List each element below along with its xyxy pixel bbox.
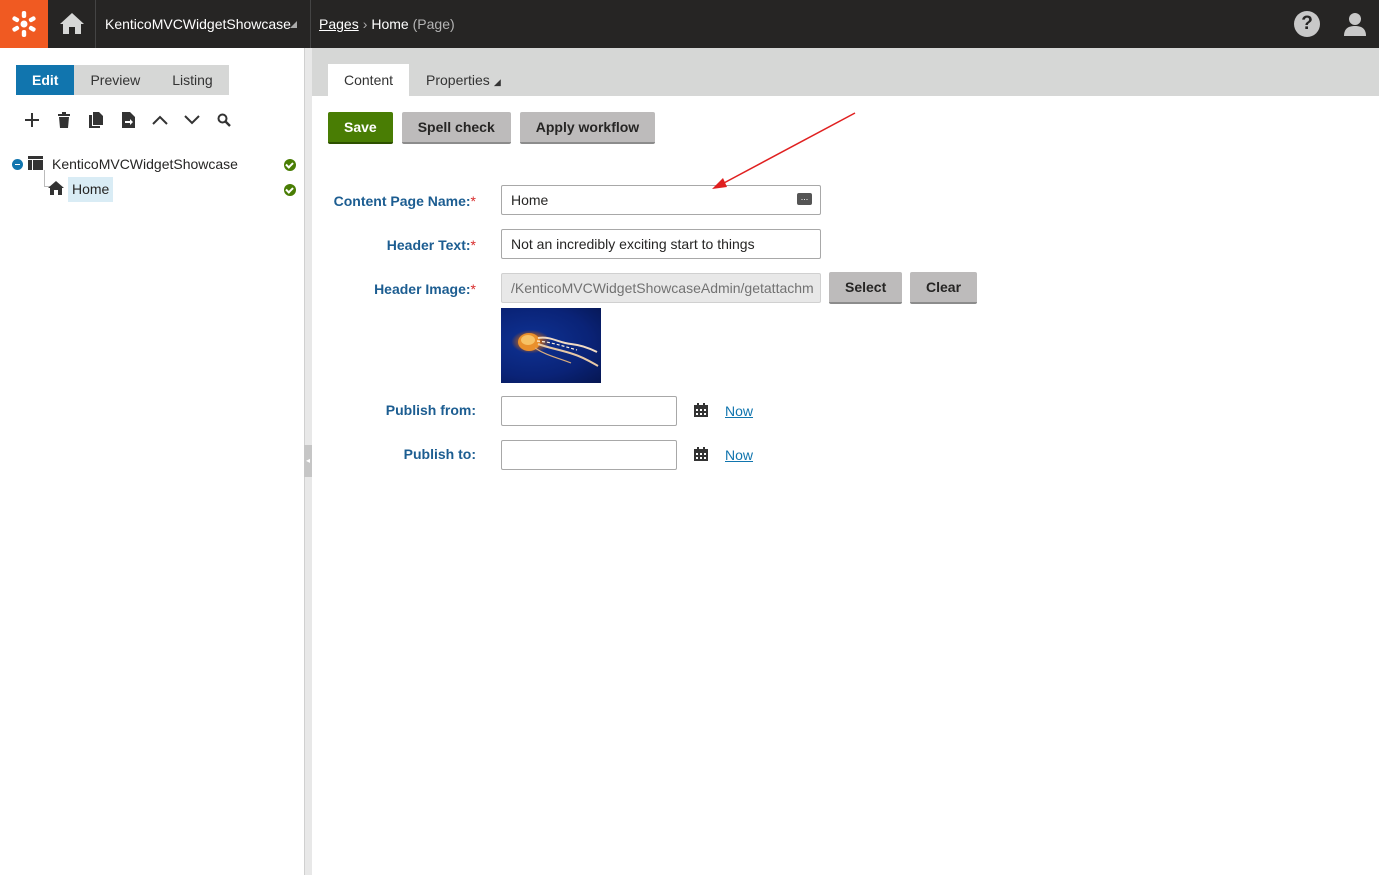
required-marker: * bbox=[470, 237, 476, 253]
edit-pane: Content Properties ◢ Save Spell check App… bbox=[312, 48, 1379, 875]
breadcrumb-pages-link[interactable]: Pages bbox=[319, 16, 359, 32]
header-image-label-text: Header Image: bbox=[374, 281, 471, 297]
mode-edit[interactable]: Edit bbox=[16, 65, 75, 95]
page-name-value: Home bbox=[511, 192, 549, 208]
help-icon[interactable]: ? bbox=[1294, 11, 1320, 37]
calendar-icon[interactable] bbox=[694, 403, 708, 417]
move-up-button[interactable] bbox=[150, 110, 170, 130]
clear-image-button[interactable]: Clear bbox=[910, 272, 978, 304]
plus-icon bbox=[25, 113, 39, 127]
chevron-down-icon bbox=[184, 115, 200, 125]
header-text-label: Header Text:* bbox=[387, 237, 476, 253]
move-page-button[interactable] bbox=[118, 110, 138, 130]
top-bar: KenticoMVCWidgetShowcase Pages › Home (Pag… bbox=[0, 0, 1379, 48]
copy-page-button[interactable] bbox=[86, 110, 106, 130]
tree-node-root[interactable]: KenticoMVCWidgetShowcase bbox=[10, 152, 300, 177]
publish-to-input[interactable] bbox=[501, 440, 677, 470]
page-name-label-text: Content Page Name: bbox=[333, 193, 471, 209]
tab-content[interactable]: Content bbox=[328, 64, 410, 96]
header-image-path-input: /KenticoMVCWidgetShowcaseAdmin/getattach… bbox=[501, 273, 821, 303]
search-icon bbox=[217, 113, 231, 127]
tree-node-home-label[interactable]: Home bbox=[68, 177, 114, 202]
ellipsis-icon[interactable]: ... bbox=[797, 193, 812, 205]
action-bar: Save Spell check Apply workflow bbox=[328, 112, 656, 144]
required-marker: * bbox=[470, 193, 476, 209]
breadcrumb-type: (Page) bbox=[412, 16, 455, 32]
new-page-button[interactable] bbox=[22, 110, 42, 130]
publish-to-now-link[interactable]: Now bbox=[725, 447, 753, 463]
kentico-logo-icon bbox=[12, 11, 36, 37]
mode-preview[interactable]: Preview bbox=[74, 65, 156, 95]
header-text-input[interactable]: Not an incredibly exciting start to thin… bbox=[501, 229, 821, 259]
user-icon[interactable] bbox=[1341, 10, 1369, 38]
header-image-label: Header Image:* bbox=[374, 281, 476, 297]
move-document-icon bbox=[121, 112, 135, 128]
header-image-path-value: /KenticoMVCWidgetShowcaseAdmin/getattach… bbox=[511, 280, 814, 296]
apply-workflow-button[interactable]: Apply workflow bbox=[519, 112, 656, 144]
page-name-label: Content Page Name:* bbox=[334, 193, 476, 209]
tree-node-root-label[interactable]: KenticoMVCWidgetShowcase bbox=[52, 152, 238, 177]
header-image-thumbnail[interactable] bbox=[501, 308, 601, 383]
calendar-icon[interactable] bbox=[694, 447, 708, 461]
header-text-label-text: Header Text: bbox=[386, 237, 471, 253]
jellyfish-image bbox=[518, 333, 599, 367]
page-name-input[interactable]: Home ... bbox=[501, 185, 821, 215]
breadcrumb: Pages › Home (Page) bbox=[319, 0, 455, 48]
breadcrumb-current: Home bbox=[371, 16, 409, 32]
required-marker: * bbox=[470, 281, 476, 297]
mode-listing[interactable]: Listing bbox=[156, 65, 228, 95]
tab-properties[interactable]: Properties ◢ bbox=[410, 64, 517, 96]
site-name-label: KenticoMVCWidgetShowcase bbox=[105, 16, 291, 32]
tab-content-label: Content bbox=[344, 72, 394, 88]
content-tree: KenticoMVCWidgetShowcase Home bbox=[10, 152, 300, 202]
publish-from-now-link[interactable]: Now bbox=[725, 403, 753, 419]
select-image-button[interactable]: Select bbox=[829, 272, 903, 304]
collapse-icon[interactable] bbox=[12, 159, 23, 170]
publish-to-label: Publish to: bbox=[403, 446, 476, 462]
published-status-icon bbox=[284, 159, 296, 171]
home-page-icon bbox=[48, 181, 64, 195]
tab-properties-label: Properties bbox=[426, 72, 490, 88]
mode-switcher: Edit Preview Listing bbox=[16, 65, 229, 95]
delete-page-button[interactable] bbox=[54, 110, 74, 130]
tree-node-home[interactable]: Home bbox=[10, 177, 300, 202]
trash-icon bbox=[58, 112, 70, 128]
chevron-up-icon bbox=[152, 115, 168, 125]
home-icon bbox=[60, 13, 84, 34]
move-down-button[interactable] bbox=[182, 110, 202, 130]
collapse-pane-handle[interactable]: ◂ bbox=[304, 445, 312, 477]
tree-toolbar bbox=[22, 110, 234, 130]
publish-from-input[interactable] bbox=[501, 396, 677, 426]
published-status-icon bbox=[284, 184, 296, 196]
search-button[interactable] bbox=[214, 110, 234, 130]
home-button[interactable] bbox=[48, 0, 96, 48]
edit-tabs: Content Properties ◢ bbox=[312, 48, 1379, 96]
content-tree-pane: Edit Preview Listing KenticoMVCWidgetSho… bbox=[0, 48, 304, 875]
save-button[interactable]: Save bbox=[328, 112, 393, 144]
copy-icon bbox=[89, 112, 103, 128]
caret-down-icon bbox=[290, 21, 297, 28]
chevron-right-icon: › bbox=[362, 16, 368, 32]
site-selector[interactable]: KenticoMVCWidgetShowcase bbox=[97, 0, 311, 48]
publish-from-label: Publish from: bbox=[385, 402, 476, 418]
caret-down-icon: ◢ bbox=[493, 77, 501, 87]
site-root-icon bbox=[28, 156, 43, 170]
kentico-logo[interactable] bbox=[0, 0, 48, 48]
header-text-value: Not an incredibly exciting start to thin… bbox=[511, 236, 755, 252]
spell-check-button[interactable]: Spell check bbox=[401, 112, 511, 144]
